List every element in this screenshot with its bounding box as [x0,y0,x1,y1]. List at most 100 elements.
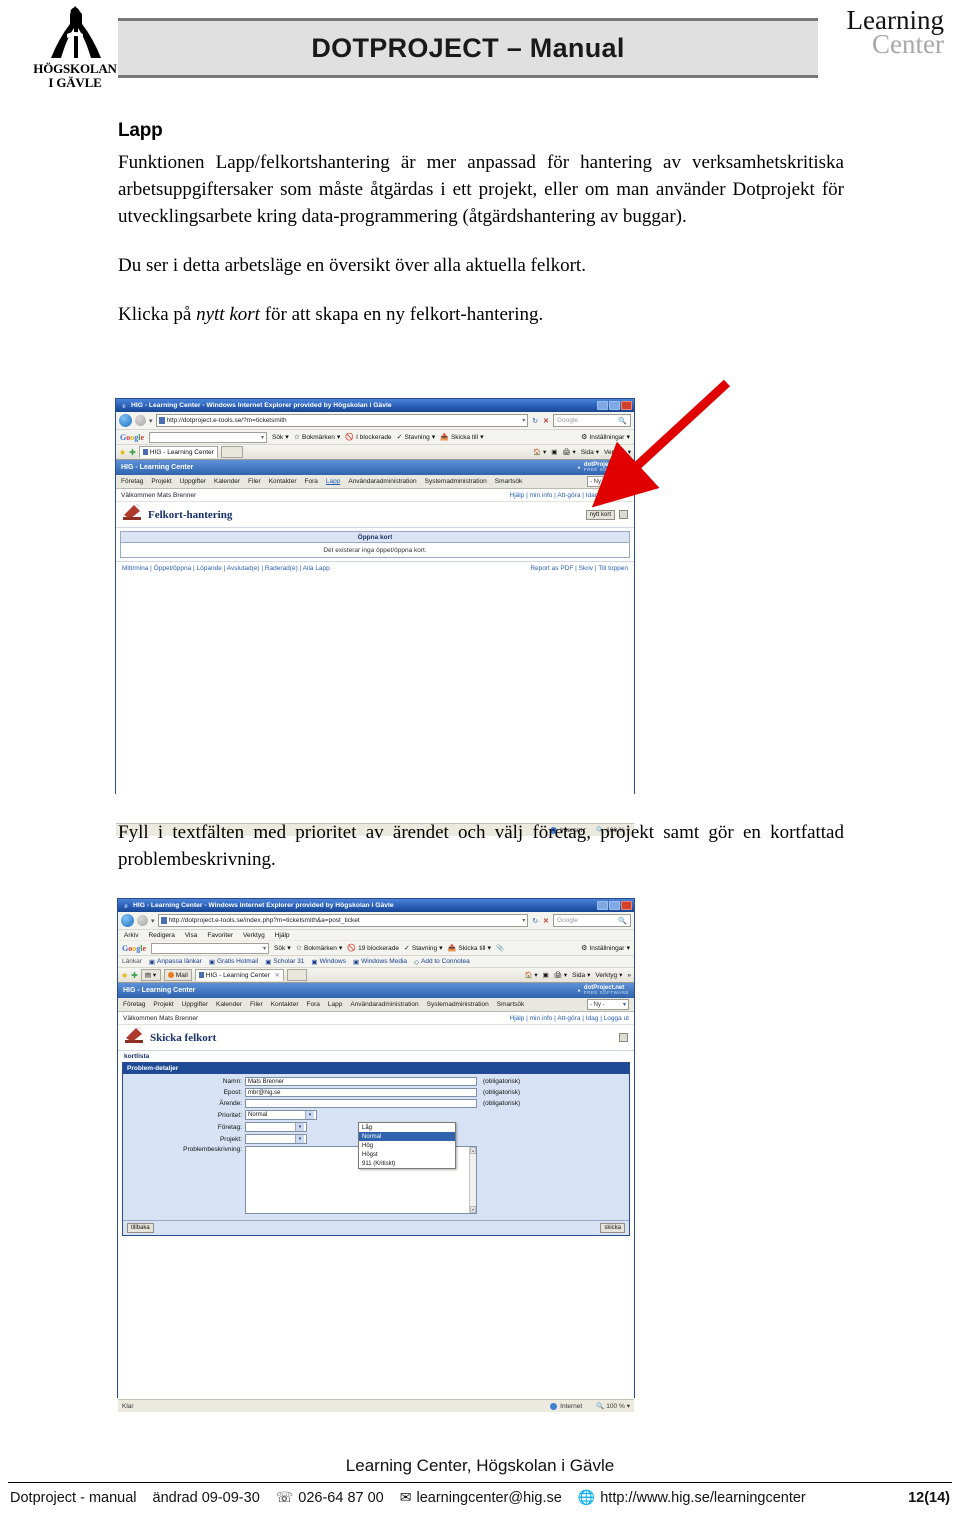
tools-menu-2[interactable]: Verktyg ▾ [595,971,622,980]
nav-item-filer-1[interactable]: Filer [248,478,261,485]
page-menu-2[interactable]: Sida ▾ [572,971,590,980]
tab-overflow-icon-2[interactable]: » [627,972,631,979]
menu-redigera[interactable]: Redigera [148,932,174,939]
search-box-2[interactable]: Google 🔍 [553,914,631,927]
send-button[interactable]: skicka [600,1223,625,1233]
maximize-button-1[interactable] [609,401,620,410]
nav-item-uppgifter-2[interactable]: Uppgifter [182,1001,208,1008]
browser-tab-empty-1[interactable] [220,446,243,458]
favorites-star-icon-2[interactable]: ★ [121,971,128,980]
nav-item-uppgifter-1[interactable]: Uppgifter [180,478,206,485]
tools-menu-1[interactable]: Verktyg ▾ [604,448,631,457]
priority-option-normal[interactable]: Normal [359,1132,455,1141]
link-anpassa-lankar[interactable]: ▣ Anpassa länkar [149,958,202,966]
input-namn[interactable]: Mats Brenner [245,1077,477,1086]
nav-item-smartsok-1[interactable]: Smartsök [495,478,522,485]
google-blocked-button-1[interactable]: 🚫 I blockerade [345,433,391,442]
input-arende[interactable] [245,1099,477,1108]
nav-item-kalender-2[interactable]: Kalender [216,1001,242,1008]
nav-item-systemadministration-1[interactable]: Systemadministration [425,478,487,485]
refresh-icon-1[interactable]: ↻ [531,417,539,425]
browser-tab-empty-2[interactable] [286,969,307,981]
nav-item-kontakter-2[interactable]: Kontakter [271,1001,299,1008]
menu-favoriter[interactable]: Favoriter [207,932,233,939]
nav-item-lapp-1[interactable]: Lapp [326,478,340,485]
attach-icon-2[interactable]: 📎 [496,944,504,952]
refresh-icon-2[interactable]: ↻ [531,917,539,925]
nav-item-filer-2[interactable]: Filer [250,1001,263,1008]
google-blocked-button-2[interactable]: 🚫 19 blockerade [347,944,399,953]
user-links-1[interactable]: Hjälp | min info | Att-göra | Idag | Log… [510,492,630,499]
google-search-caret-2[interactable]: ▾ [263,945,266,952]
feeds-icon-2[interactable]: ▣ [543,971,549,979]
nav-item-kontakter-1[interactable]: Kontakter [269,478,297,485]
home-icon-1[interactable]: 🏠 ▾ [533,448,546,456]
stop-icon-2[interactable]: ✕ [542,917,550,925]
menu-visa[interactable]: Visa [185,932,198,939]
back-button[interactable]: tillbaka [127,1223,154,1233]
priority-dropdown-list[interactable]: Låg Normal Hög Högst 911 (Kritiskt) [358,1122,456,1169]
browser-tab-2[interactable]: HIG - Learning Center ✕ [194,969,284,981]
scroll-down-icon[interactable]: ▾ [470,1206,476,1213]
stop-icon-1[interactable]: ✕ [542,417,550,425]
google-sendto-button-2[interactable]: 📤 Skicka till ▾ [448,944,491,953]
nav-item-kalender-1[interactable]: Kalender [214,478,240,485]
nav-item-systemadministration-2[interactable]: Systemadministration [427,1001,489,1008]
textarea-scrollbar[interactable]: ▴ ▾ [469,1147,476,1213]
address-dropdown-icon-1[interactable]: ▾ [522,417,525,424]
link-windows-media[interactable]: ▣ Windows Media [353,958,407,966]
close-button-1[interactable] [621,401,632,410]
google-sok-button-2[interactable]: Sök ▾ [274,944,291,953]
scroll-up-icon[interactable]: ▴ [470,1147,476,1154]
google-bookmarks-button-1[interactable]: ☆ Bokmärken ▾ [294,433,341,442]
nav-item-anvandaradministration-2[interactable]: Användaradministration [350,1001,418,1008]
close-button-2[interactable] [621,901,632,910]
nav-item-anvandaradministration-1[interactable]: Användaradministration [348,478,416,485]
home-icon-2[interactable]: 🏠 ▾ [524,971,537,979]
nav-item-projekt-1[interactable]: Projekt [151,478,171,485]
link-add-to-connotea[interactable]: ◇ Add to Connotea [414,958,470,966]
kortlista-breadcrumb[interactable]: kortlista [118,1051,634,1062]
user-links-2[interactable]: Hjälp | min info | Att-göra | Idag | Log… [510,1015,630,1022]
print-icon-1[interactable]: 🖨 ▾ [562,448,575,456]
link-gratis-hotmail[interactable]: ▣ Gratis Hotmail [209,958,258,966]
nav-item-smartsok-2[interactable]: Smartsök [497,1001,524,1008]
google-sendto-button-1[interactable]: 📤 Skicka till ▾ [440,433,483,442]
tab-group-icon-2[interactable]: ▤ ▾ [140,969,161,981]
nav-item-projekt-2[interactable]: Projekt [153,1001,173,1008]
new-card-button[interactable]: nytt kort [585,509,615,520]
input-epost[interactable]: mbr@hig.se [245,1088,477,1097]
forward-icon-2[interactable] [137,915,148,926]
favorites-star-icon-1[interactable]: ★ [119,448,126,457]
google-sok-button-1[interactable]: Sök ▾ [272,433,289,442]
priority-option-hogst[interactable]: Högst [359,1150,455,1159]
new-item-select-1[interactable]: - Ny - ▾ [587,476,629,487]
maximize-button-2[interactable] [609,901,620,910]
export-links-1[interactable]: Report as PDF | Skriv | Till toppen [530,565,628,572]
filter-links-1[interactable]: Mitt/mina | Öppet/öppna | Löpande | Avsl… [122,565,330,572]
minimize-button-2[interactable] [597,901,608,910]
priority-option-hog[interactable]: Hög [359,1141,455,1150]
google-spell-button-2[interactable]: ✓ Stavning ▾ [404,944,443,953]
minimize-button-1[interactable] [597,401,608,410]
select-foretag[interactable]: ▾ [245,1122,307,1132]
nav-item-foretag-1[interactable]: Företag [121,478,143,485]
add-favorite-icon-1[interactable]: ✚ [129,448,136,457]
google-settings-button-1[interactable]: ⚙ Inställningar ▾ [581,433,630,442]
add-favorite-icon-2[interactable]: ✚ [131,971,138,980]
browser-tab-1[interactable]: HIG - Learning Center [138,446,218,458]
forward-icon-1[interactable] [135,415,146,426]
browser-tab-mail[interactable]: Mail [163,969,192,981]
nav-dropdown-icon-2[interactable]: ▾ [151,917,155,925]
select-projekt[interactable]: ▾ [245,1134,307,1144]
select-prioritet[interactable]: Normal ▾ [245,1110,317,1120]
search-box-1[interactable]: Google 🔍 [553,414,631,427]
google-spell-button-1[interactable]: ✓ Stavning ▾ [397,433,436,442]
nav-item-fora-1[interactable]: Fora [305,478,318,485]
status-zoom-2[interactable]: 🔍 100 % ▾ [596,1402,630,1411]
back-icon-2[interactable] [121,914,134,927]
search-icon-2[interactable]: 🔍 [618,917,627,925]
address-bar-2[interactable]: http://dotproject.e-tools.se/index.php?m… [157,914,529,927]
print-icon-2[interactable]: 🖨 ▾ [554,971,567,979]
priority-option-lag[interactable]: Låg [359,1123,455,1132]
